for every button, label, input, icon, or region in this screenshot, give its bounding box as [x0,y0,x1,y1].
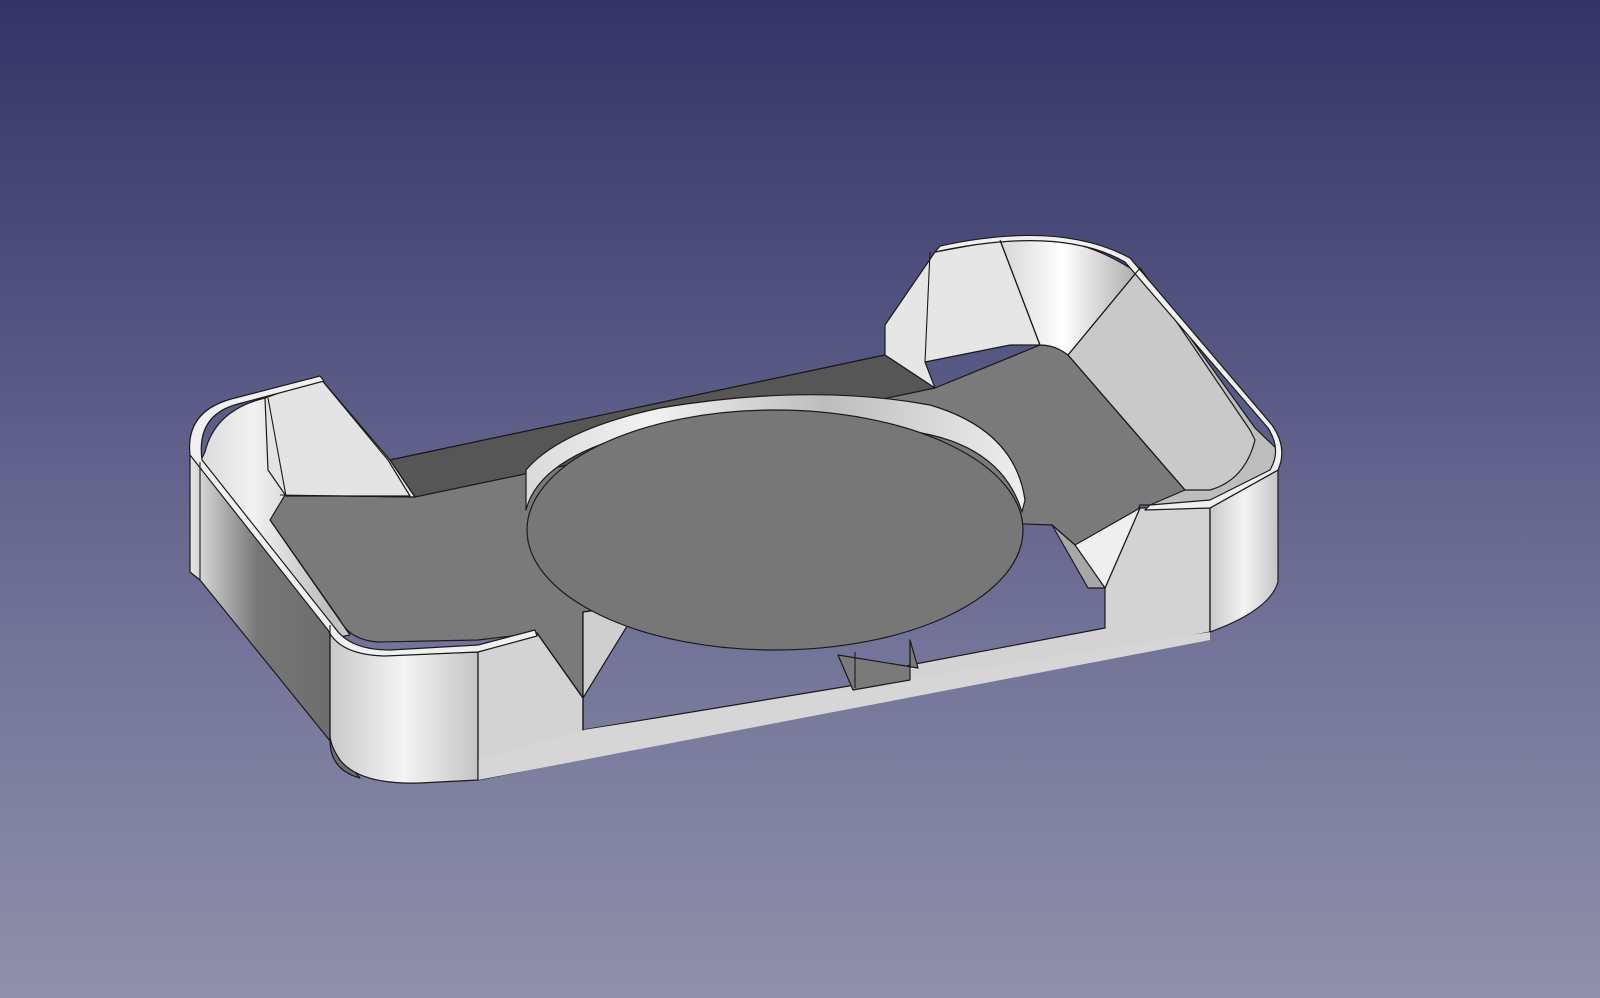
cad-part-model[interactable] [0,0,1600,998]
left-back-slot [264,377,411,497]
circular-pocket-floor [526,409,1024,651]
3d-viewport[interactable] [0,0,1600,998]
